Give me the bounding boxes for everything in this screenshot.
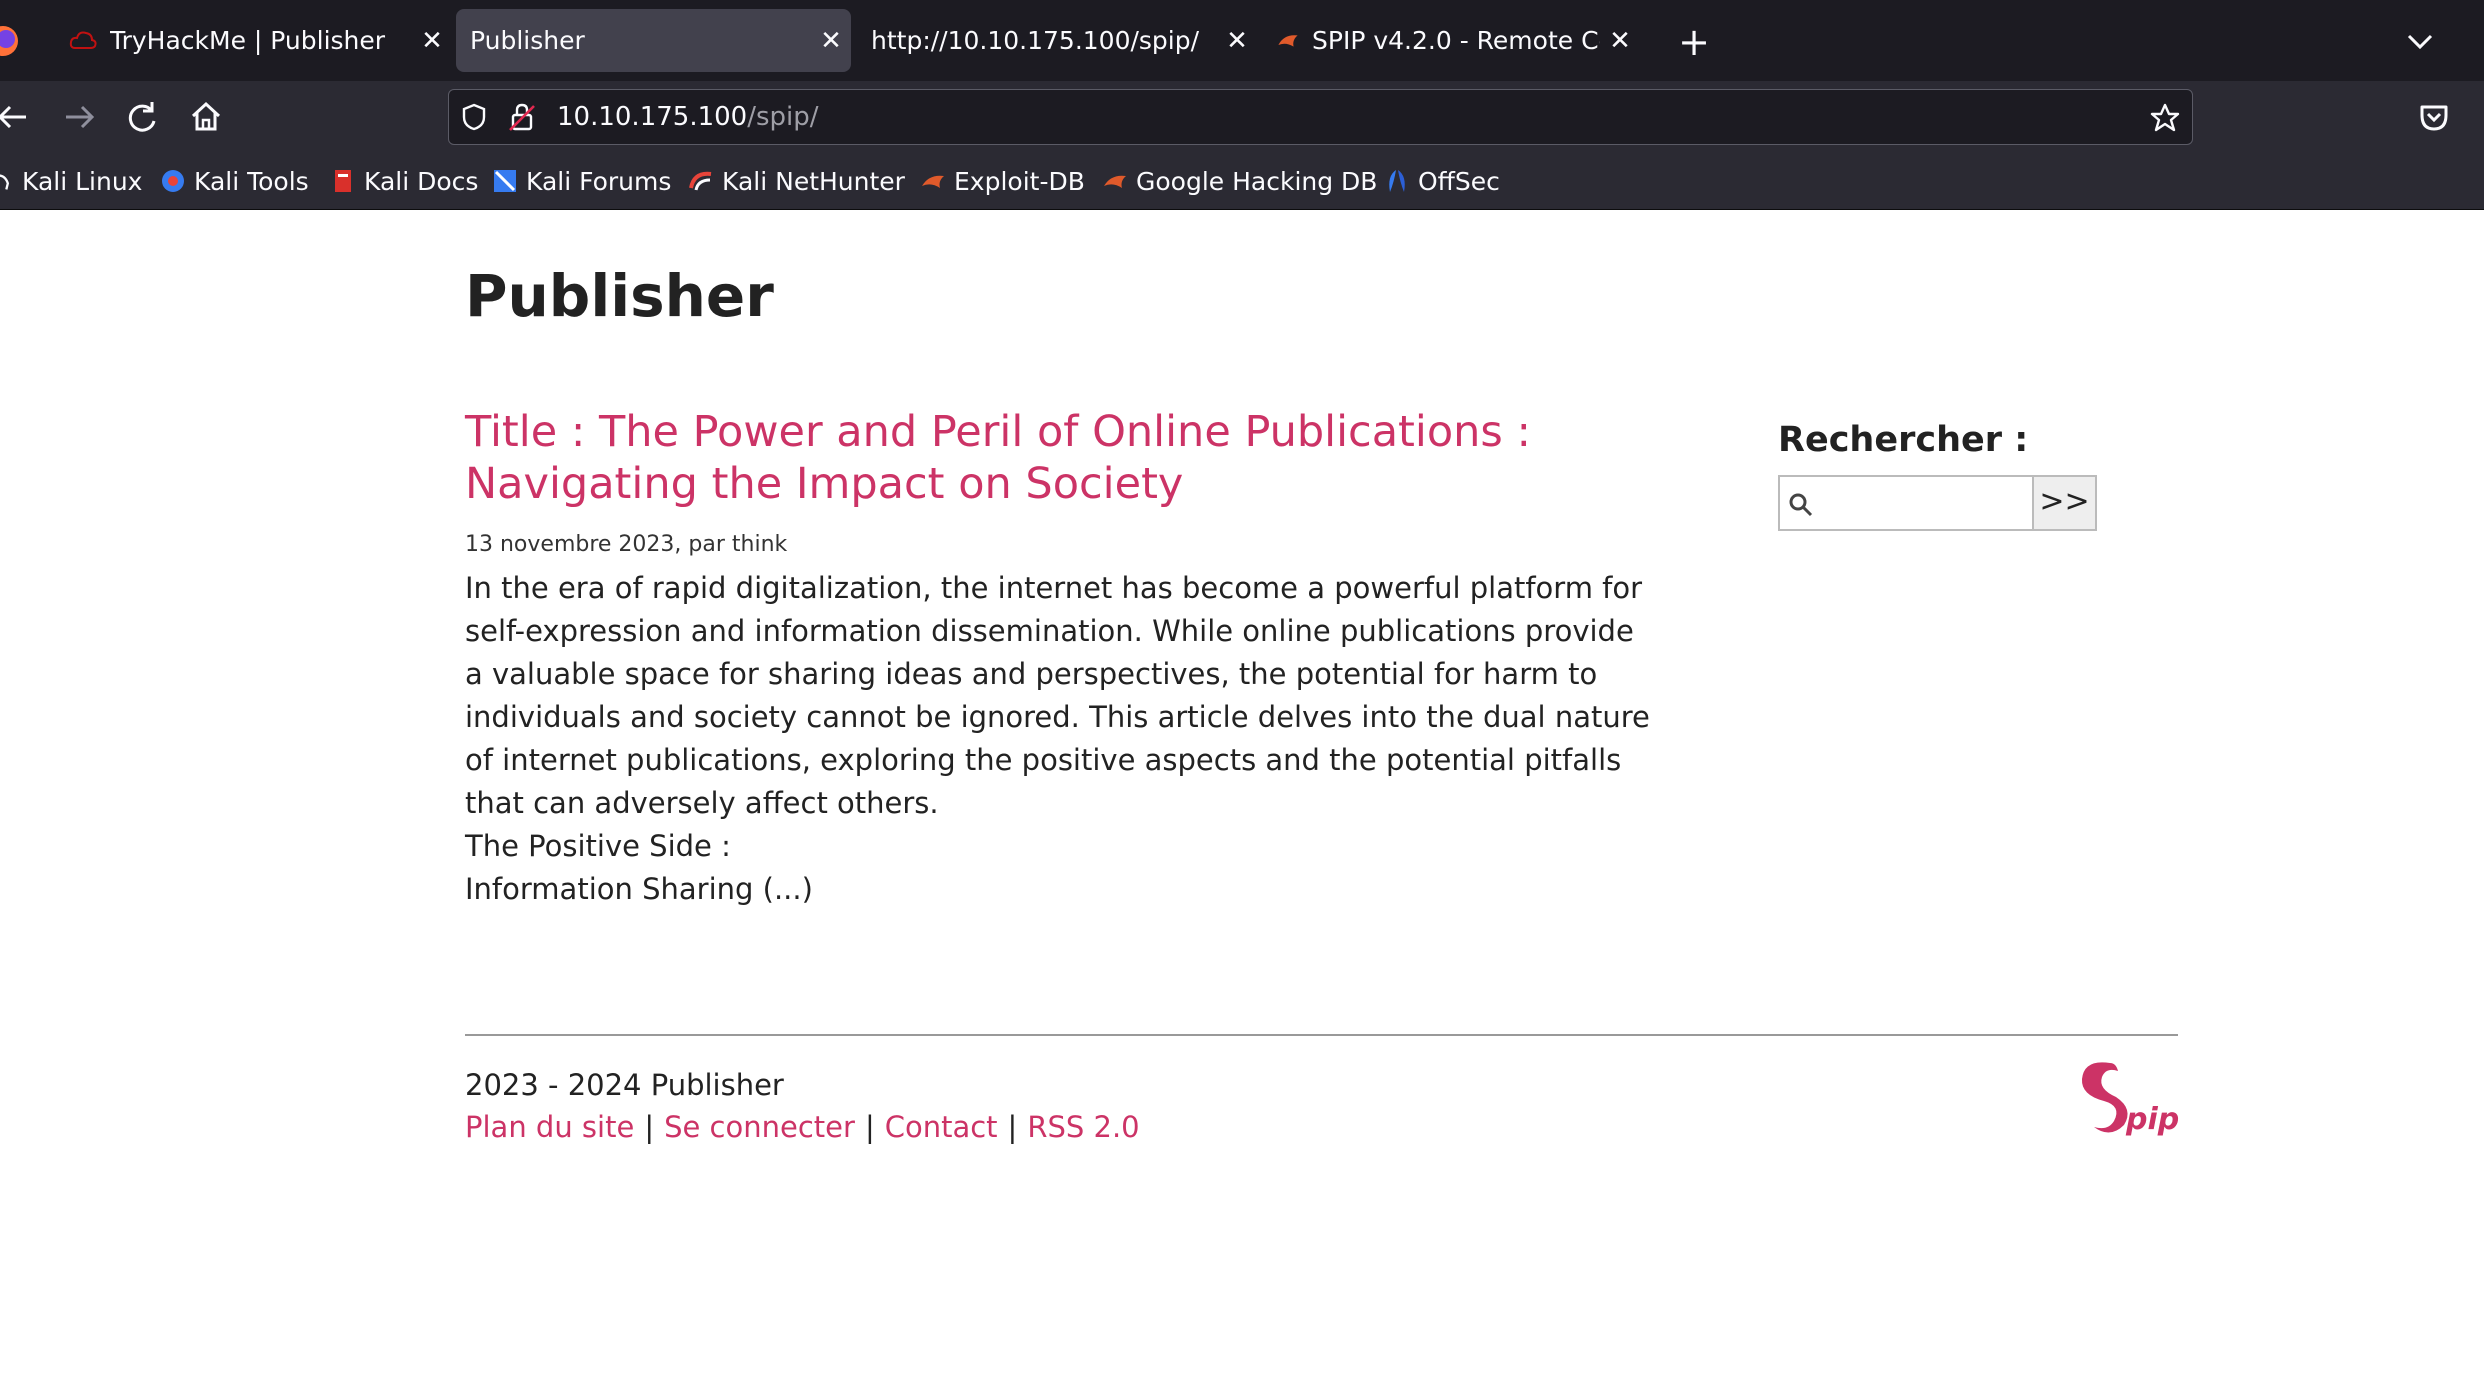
bookmark-label: Kali Forums: [526, 166, 672, 196]
pocket-icon[interactable]: [2410, 93, 2458, 141]
close-icon[interactable]: ✕: [811, 26, 851, 56]
article-meta: 13 novembre 2023, par think: [465, 532, 788, 557]
tab-title: SPIP v4.2.0 - Remote Cod: [1312, 26, 1600, 55]
bookmark-label: Kali NetHunter: [722, 166, 905, 196]
kali-forums-icon: [494, 170, 516, 192]
bookmark-kali-forums[interactable]: Kali Forums: [492, 153, 671, 209]
tab-exploit[interactable]: SPIP v4.2.0 - Remote Cod ✕: [1260, 9, 1640, 72]
footer-separator: |: [1007, 1110, 1018, 1144]
forward-arrow-icon[interactable]: [54, 93, 102, 141]
svg-text:pip: pip: [2125, 1102, 2179, 1137]
nethunter-icon: [689, 171, 712, 191]
bookmark-label: Kali Docs: [364, 166, 479, 196]
kali-docs-icon: [335, 170, 351, 192]
bookmark-google-hacking-db[interactable]: Google Hacking DB: [1102, 153, 1377, 209]
search-icon: [1789, 493, 1813, 517]
close-icon[interactable]: ✕: [1600, 26, 1640, 56]
bookmarks-toolbar: Kali Linux Kali Tools Kali Docs Kali For…: [0, 153, 2484, 210]
article-subheading: The Positive Side :: [465, 829, 731, 863]
tryhackme-cloud-icon: [69, 31, 97, 49]
footer-links: Plan du site | Se connecter | Contact | RSS 2.…: [465, 1110, 1140, 1144]
ghdb-icon: [1104, 175, 1126, 188]
reload-icon[interactable]: [118, 93, 166, 141]
url-bar[interactable]: 10.10.175.100/spip/: [448, 89, 2193, 145]
insecure-lock-icon[interactable]: [507, 101, 537, 133]
bookmark-label: OffSec: [1418, 166, 1500, 196]
kali-dragon-icon: [0, 174, 10, 190]
navigation-toolbar: 10.10.175.100/spip/: [0, 81, 2484, 153]
footer-separator: |: [864, 1110, 875, 1144]
link-contact[interactable]: Contact: [885, 1110, 998, 1144]
bookmark-kali-docs[interactable]: Kali Docs: [330, 153, 478, 209]
close-icon[interactable]: ✕: [1217, 26, 1257, 56]
bookmark-star-icon[interactable]: [2149, 102, 2181, 134]
bookmark-label: Kali Linux: [22, 166, 143, 196]
bookmark-label: Exploit-DB: [954, 166, 1085, 196]
search-heading: Rechercher :: [1778, 420, 2029, 460]
link-se-connecter[interactable]: Se connecter: [664, 1110, 855, 1144]
tab-title: TryHackMe | Publisher: [110, 26, 386, 55]
chevron-down-icon[interactable]: [2395, 20, 2445, 64]
tab-tryhackme[interactable]: TryHackMe | Publisher ✕: [52, 9, 452, 72]
footer-copyright: 2023 - 2024 Publisher: [465, 1068, 784, 1102]
web-page: Publisher Title : The Power and Peril of…: [0, 210, 2484, 1378]
bookmark-kali-nethunter[interactable]: Kali NetHunter: [688, 153, 905, 209]
tab-spip-url[interactable]: http://10.10.175.100/spip/ ✕: [857, 9, 1257, 72]
site-title[interactable]: Publisher: [465, 262, 774, 330]
bookmark-kali-linux[interactable]: Kali Linux: [0, 153, 142, 209]
article-intro: In the era of rapid digitalization, the …: [465, 571, 1650, 820]
exploit-db-icon: [922, 175, 944, 188]
back-arrow-icon[interactable]: [0, 93, 38, 141]
article-excerpt-end: Information Sharing (...): [465, 872, 813, 906]
tab-title: http://10.10.175.100/spip/: [871, 26, 1200, 55]
link-plan-du-site[interactable]: Plan du site: [465, 1110, 634, 1144]
article-body: In the era of rapid digitalization, the …: [465, 567, 1655, 911]
bookmark-label: Kali Tools: [194, 166, 309, 196]
url-text[interactable]: 10.10.175.100/spip/: [557, 90, 819, 144]
bookmark-kali-tools[interactable]: Kali Tools: [160, 153, 309, 209]
footer-divider: [465, 1034, 2178, 1036]
link-rss[interactable]: RSS 2.0: [1027, 1110, 1139, 1144]
footer-separator: |: [644, 1110, 655, 1144]
tab-publisher[interactable]: Publisher ✕: [456, 9, 851, 72]
offsec-icon: [1389, 170, 1405, 192]
spip-logo[interactable]: pip: [2070, 1055, 2180, 1140]
article-title-link[interactable]: Title : The Power and Peril of Online Pu…: [465, 406, 1665, 510]
close-icon[interactable]: ✕: [412, 26, 452, 56]
shield-icon[interactable]: [459, 102, 489, 132]
tab-title: Publisher: [470, 26, 585, 55]
bookmark-label: Google Hacking DB: [1136, 166, 1378, 196]
tab-bar: TryHackMe | Publisher ✕ Publisher ✕ http…: [0, 0, 2484, 81]
new-tab-icon[interactable]: +: [1670, 18, 1718, 66]
exploit-db-icon: [1278, 34, 1298, 47]
bookmark-offsec[interactable]: OffSec: [1384, 153, 1500, 209]
home-icon[interactable]: [182, 93, 230, 141]
url-path: /spip/: [747, 102, 819, 132]
firefox-icon[interactable]: [0, 24, 20, 58]
search-submit-button[interactable]: >>: [2032, 475, 2097, 531]
search-input[interactable]: [1778, 475, 2033, 531]
url-host: 10.10.175.100: [557, 102, 748, 132]
kali-tools-icon: [162, 170, 184, 192]
bookmark-exploit-db[interactable]: Exploit-DB: [920, 153, 1085, 209]
